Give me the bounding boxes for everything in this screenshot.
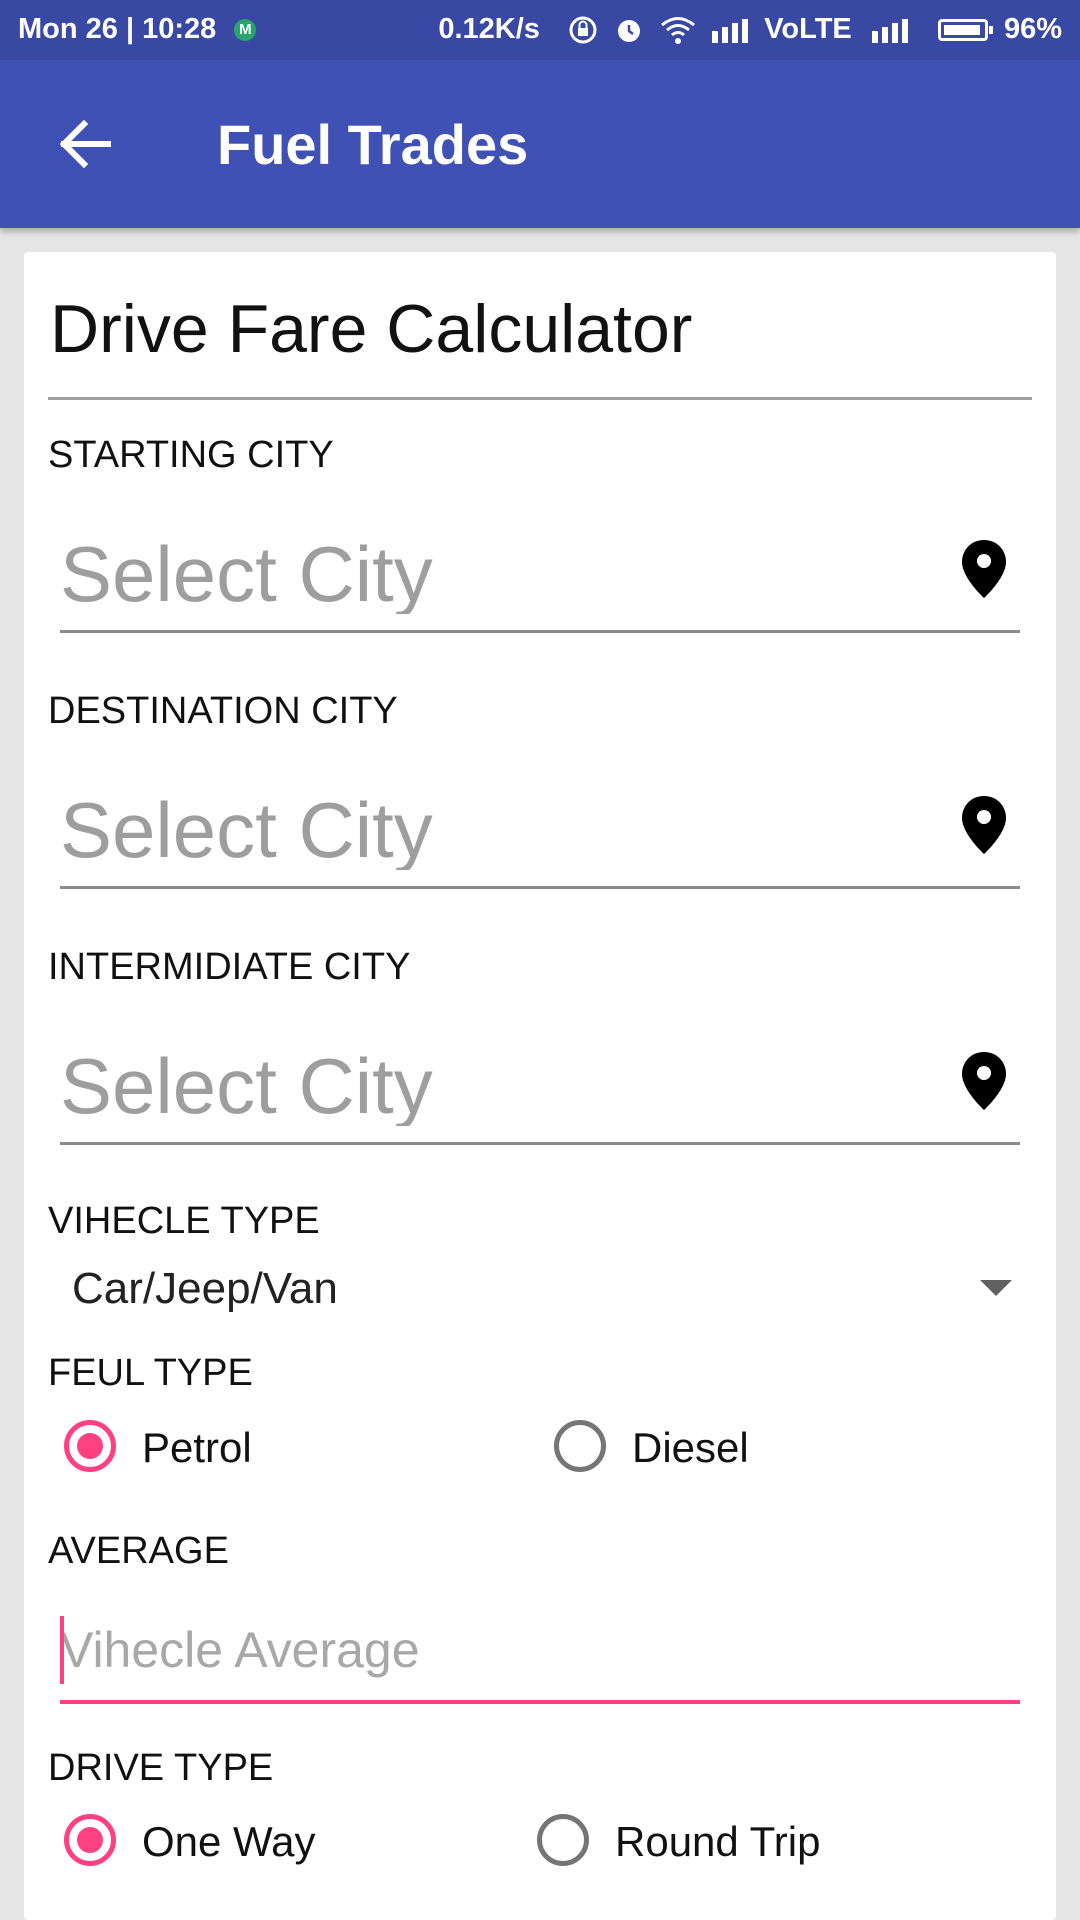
location-pin-icon[interactable] bbox=[960, 1050, 1008, 1112]
battery-level: 96% bbox=[1003, 13, 1062, 45]
status-bar: Mon 26 | 10:28 M 0.12K/s VoLTE 96% bbox=[0, 0, 1080, 60]
vehicle-type-select[interactable]: Car/Jeep/Van bbox=[72, 1252, 1012, 1322]
calculator-card: Drive Fare Calculator STARTING CITY DEST… bbox=[24, 252, 1056, 1920]
average-label: AVERAGE bbox=[48, 1530, 229, 1572]
average-field bbox=[60, 1604, 1020, 1704]
intermediate-city-input[interactable] bbox=[60, 1046, 920, 1126]
starting-city-field bbox=[60, 520, 1020, 633]
destination-city-input[interactable] bbox=[60, 790, 920, 870]
net-speed: 0.12K/s bbox=[438, 13, 540, 45]
text-cursor bbox=[60, 1616, 64, 1684]
app-bar: Fuel Trades bbox=[0, 60, 1080, 228]
card-title: Drive Fare Calculator bbox=[50, 291, 693, 367]
arrow-back-icon[interactable] bbox=[56, 116, 112, 172]
app-title: Fuel Trades bbox=[217, 113, 529, 176]
vehicle-type-label: VIHECLE TYPE bbox=[48, 1200, 320, 1242]
status-time: Mon 26 | 10:28 bbox=[18, 13, 217, 45]
network-type: VoLTE bbox=[764, 13, 852, 45]
fuel-diesel-label: Diesel bbox=[632, 1424, 749, 1471]
radio-unchecked-icon bbox=[537, 1814, 589, 1866]
radio-unchecked-icon bbox=[554, 1420, 606, 1472]
rotation-lock-icon bbox=[569, 16, 597, 44]
status-right: 0.12K/s VoLTE 96% bbox=[438, 13, 1062, 46]
starting-city-input[interactable] bbox=[60, 534, 920, 614]
signal-icon-2 bbox=[871, 19, 908, 44]
vehicle-type-value: Car/Jeep/Van bbox=[72, 1264, 338, 1313]
fuel-petrol-label: Petrol bbox=[142, 1424, 252, 1471]
destination-city-field bbox=[60, 776, 1020, 889]
notification-m-icon: M bbox=[234, 19, 257, 42]
drive-type-label: DRIVE TYPE bbox=[48, 1747, 274, 1789]
fuel-type-label: FEUL TYPE bbox=[48, 1352, 253, 1394]
drive-round-trip-label: Round Trip bbox=[615, 1818, 821, 1865]
radio-checked-icon bbox=[64, 1420, 116, 1472]
radio-checked-icon bbox=[64, 1814, 116, 1866]
vehicle-average-input[interactable] bbox=[60, 1618, 1000, 1682]
destination-city-label: DESTINATION CITY bbox=[48, 690, 398, 732]
location-pin-icon[interactable] bbox=[960, 794, 1008, 856]
signal-icon bbox=[712, 19, 749, 44]
status-left: Mon 26 | 10:28 M bbox=[18, 13, 257, 46]
title-divider bbox=[48, 397, 1032, 400]
wifi-icon bbox=[661, 17, 696, 45]
intermediate-city-field bbox=[60, 1032, 1020, 1145]
intermediate-city-label: INTERMIDIATE CITY bbox=[48, 946, 411, 988]
dropdown-arrow-icon bbox=[980, 1280, 1012, 1296]
alarm-icon bbox=[618, 20, 641, 43]
location-pin-icon[interactable] bbox=[960, 538, 1008, 600]
starting-city-label: STARTING CITY bbox=[48, 434, 334, 476]
battery-icon bbox=[937, 19, 993, 42]
drive-one-way-label: One Way bbox=[142, 1818, 316, 1865]
